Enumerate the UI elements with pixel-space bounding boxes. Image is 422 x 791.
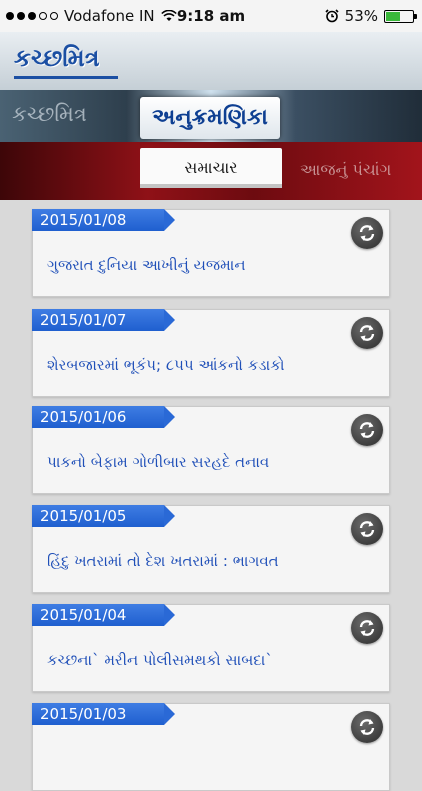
date-tag: 2015/01/06 [32,406,175,428]
news-card[interactable]: 2015/01/08 ગુજરાત દુનિયા આખીનું યજમાન [32,209,390,297]
news-card[interactable]: 2015/01/04 કચ્છના` મરીન પોલીસમથકો સાબદા` [32,604,390,692]
date-tag: 2015/01/07 [32,309,175,331]
headline-link[interactable]: ગુજરાત દુનિયા આખીનું યજમાન [47,256,379,274]
refresh-icon [359,325,375,341]
alarm-icon [325,9,339,23]
date-tag: 2015/01/05 [32,505,175,527]
refresh-icon [359,225,375,241]
news-card[interactable]: 2015/01/06 પાકનો બેફામ ગોળીબાર સરહદે તના… [32,406,390,494]
refresh-icon [359,620,375,636]
refresh-button[interactable] [351,513,383,545]
battery-percent: 53% [344,7,378,25]
battery-icon [384,9,417,23]
battery-fill [386,11,400,21]
headline-link[interactable]: કચ્છના` મરીન પોલીસમથકો સાબદા` [47,651,379,669]
refresh-button[interactable] [351,711,383,743]
refresh-icon [359,422,375,438]
section-banner: કચ્છમિત્ર અનુક્રમણિકા સમાચાર આજનું પંચાં… [0,90,422,200]
status-right: 53% [325,7,417,25]
headline-link[interactable]: શેરબજારમાં ભૂકંપ; ૮પપ આંકનો કડાકો [47,356,379,374]
headline-link[interactable]: હિંદુ ખતરામાં તો દેશ ખતરામાં : ભાગવત [47,552,379,570]
tab-news[interactable]: સમાચાર [140,148,282,188]
date-tag: 2015/01/04 [32,604,175,626]
date-tag: 2015/01/03 [32,703,175,725]
news-card[interactable]: 2015/01/07 શેરબજારમાં ભૂકંપ; ૮પપ આંકનો ક… [32,309,390,397]
refresh-button[interactable] [351,317,383,349]
news-card[interactable]: 2015/01/03 [32,703,390,791]
refresh-icon [359,719,375,735]
refresh-button[interactable] [351,612,383,644]
banner-brand-text: કચ્છમિત્ર [12,102,87,126]
refresh-button[interactable] [351,217,383,249]
news-card[interactable]: 2015/01/05 હિંદુ ખતરામાં તો દેશ ખતરામાં … [32,505,390,593]
refresh-button[interactable] [351,414,383,446]
logo-underline [14,76,118,79]
refresh-icon [359,521,375,537]
date-tag: 2015/01/08 [32,209,175,231]
tab-panchang[interactable]: આજનું પંચાંગ [300,160,391,180]
tab-index[interactable]: અનુક્રમણિકા [140,97,280,139]
headline-link[interactable]: પાકનો બેફામ ગોળીબાર સરહદે તનાવ [47,453,379,471]
app-logo: કચ્છમિત્ર [14,44,100,72]
status-bar: Vodafone IN 9:18 am 53% [0,0,422,32]
app-header: કચ્છમિત્ર [0,32,422,91]
